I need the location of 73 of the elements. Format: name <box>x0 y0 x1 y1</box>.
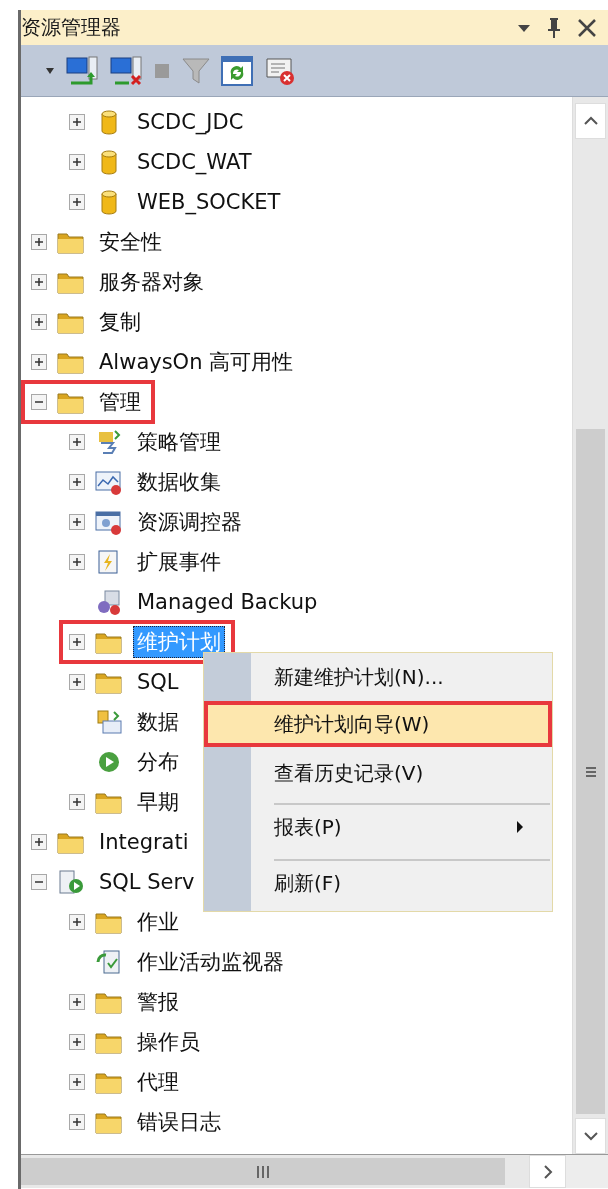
expand-toggle-icon[interactable] <box>69 634 85 650</box>
tree-item[interactable]: 复制 <box>95 306 145 338</box>
chevron-up-icon <box>583 116 598 126</box>
connect-icon[interactable] <box>65 54 99 87</box>
refresh-icon[interactable] <box>221 55 253 86</box>
expand-toggle-icon[interactable] <box>69 1034 85 1050</box>
close-icon[interactable] <box>576 16 598 39</box>
expand-toggle-icon[interactable] <box>69 474 85 490</box>
tree-item[interactable]: 操作员 <box>133 1026 204 1058</box>
expand-toggle-icon[interactable] <box>31 274 47 290</box>
caret-icon[interactable] <box>45 66 55 75</box>
scrollbar-thumb[interactable] <box>576 429 605 1114</box>
tree-item[interactable]: 策略管理 <box>133 426 225 458</box>
expand-toggle-icon[interactable] <box>31 314 47 330</box>
tree-item[interactable]: 管理 <box>95 386 145 418</box>
expand-toggle-icon[interactable] <box>69 914 85 930</box>
tree-item[interactable]: Managed Backup <box>133 588 322 616</box>
tree-item[interactable]: 分布 <box>133 746 183 778</box>
grip-icon <box>584 765 597 778</box>
chevron-right-icon <box>542 1164 553 1179</box>
expand-toggle-icon[interactable] <box>69 1074 85 1090</box>
menu-item[interactable]: 查看历史记录(V) <box>204 747 552 799</box>
expand-toggle-icon[interactable] <box>69 434 85 450</box>
chevron-down-icon <box>583 1131 598 1141</box>
expand-toggle-icon[interactable] <box>69 674 85 690</box>
expand-toggle-icon[interactable] <box>69 154 85 170</box>
expand-toggle-icon[interactable] <box>31 874 47 890</box>
scroll-down-button[interactable] <box>575 1118 606 1154</box>
scroll-right-button[interactable] <box>529 1155 566 1188</box>
tree-item[interactable]: 作业 <box>133 906 183 938</box>
tree-item[interactable]: WEB_SOCKET <box>133 188 285 216</box>
monitor-icon <box>95 949 123 975</box>
scroll-up-button[interactable] <box>575 103 606 139</box>
tree-item[interactable]: 代理 <box>133 1066 183 1098</box>
submenu-arrow-icon <box>516 820 524 834</box>
disconnect-icon[interactable] <box>109 54 143 87</box>
gauge-window-icon <box>95 509 123 535</box>
dropdown-icon[interactable] <box>516 22 532 33</box>
tree-item[interactable]: 安全性 <box>95 226 166 258</box>
expand-toggle-icon[interactable] <box>69 994 85 1010</box>
tree-item[interactable]: SQL Serv <box>95 868 199 896</box>
tree-item[interactable]: 作业活动监视器 <box>133 946 288 978</box>
chart-icon <box>95 469 123 495</box>
tree-item[interactable]: 早期 <box>133 786 183 818</box>
expand-toggle-icon[interactable] <box>69 794 85 810</box>
pin-icon[interactable] <box>546 15 562 40</box>
tree-item[interactable]: 警报 <box>133 986 183 1018</box>
tree-item[interactable]: 服务器对象 <box>95 266 208 298</box>
panel-title: 资源管理器 <box>21 14 121 41</box>
grip-icon <box>256 1164 270 1179</box>
expand-toggle-icon[interactable] <box>69 1114 85 1130</box>
tree-item[interactable]: 资源调控器 <box>133 506 246 538</box>
expand-toggle-icon[interactable] <box>31 394 47 410</box>
tree-item[interactable]: AlwaysOn 高可用性 <box>95 346 298 378</box>
tree-item[interactable]: SQL <box>133 668 183 696</box>
menu-item[interactable]: 维护计划向导(W) <box>204 701 552 747</box>
tree-item[interactable]: Integrati <box>95 828 193 856</box>
expand-toggle-icon[interactable] <box>69 554 85 570</box>
scrollbar-thumb[interactable] <box>21 1158 505 1185</box>
tree-item[interactable]: SCDC_WAT <box>133 148 256 176</box>
expand-toggle-icon[interactable] <box>69 114 85 130</box>
tree-item[interactable]: 错误日志 <box>133 1106 225 1138</box>
tree-item[interactable]: 扩展事件 <box>133 546 225 578</box>
document-icon <box>95 709 123 735</box>
tree-item[interactable]: 数据收集 <box>133 466 225 498</box>
backup-icon <box>95 589 123 615</box>
expand-toggle-icon[interactable] <box>69 514 85 530</box>
tree-item[interactable]: 数据 <box>133 706 183 738</box>
expand-toggle-icon[interactable] <box>31 234 47 250</box>
expand-toggle-icon[interactable] <box>31 354 47 370</box>
tree-item[interactable]: SCDC_JDC <box>133 108 248 136</box>
expand-toggle-icon[interactable] <box>31 834 47 850</box>
expand-toggle-icon[interactable] <box>69 194 85 210</box>
